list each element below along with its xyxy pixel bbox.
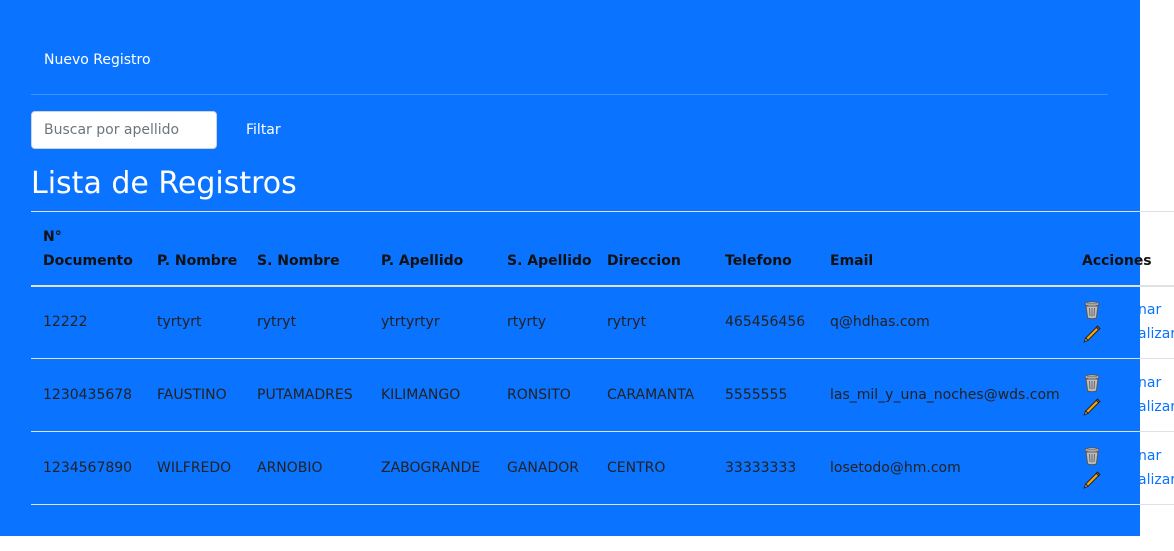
delete-link[interactable]: nar <box>1138 448 1161 464</box>
cell-telefono: 465456456 <box>725 314 806 331</box>
cell-email: las_mil_y_una_noches@wds.com <box>830 387 1060 403</box>
pencil-icon[interactable] <box>1082 470 1102 490</box>
header-telefono: Telefono <box>713 211 818 287</box>
table-header-row: N° Documento P. Nombre S. Nombre P. Apel… <box>31 211 1174 287</box>
header-acciones: Acciones <box>1070 211 1174 287</box>
trash-icon[interactable] <box>1082 373 1102 393</box>
cell-p-nombre: WILFREDO <box>157 460 232 476</box>
cell-email: losetodo@hm.com <box>830 460 961 476</box>
trash-icon[interactable] <box>1082 300 1102 320</box>
cell-s-apellido: rtyrty <box>507 314 547 331</box>
cell-documento: 1234567890 <box>43 460 133 476</box>
cell-p-apellido: KILIMANGO <box>381 387 461 403</box>
header-documento: N° Documento <box>31 211 145 287</box>
cell-s-apellido: GANADOR <box>507 460 580 476</box>
records-table: N° Documento P. Nombre S. Nombre P. Apel… <box>31 211 1174 505</box>
cell-direccion: rytryt <box>607 314 647 331</box>
header-p-nombre: P. Nombre <box>145 211 245 287</box>
cell-direccion: CARAMANTA <box>607 387 695 403</box>
cell-documento: 1230435678 <box>43 387 133 403</box>
delete-link[interactable]: nar <box>1138 302 1161 318</box>
header-p-apellido: P. Apellido <box>369 211 495 287</box>
search-input[interactable] <box>31 111 217 149</box>
new-record-link[interactable]: Nuevo Registro <box>44 52 151 68</box>
header-s-apellido: S. Apellido <box>495 211 595 287</box>
pencil-icon[interactable] <box>1082 324 1102 344</box>
update-link[interactable]: alizar <box>1138 326 1174 342</box>
cell-telefono: 33333333 <box>725 460 797 476</box>
update-link[interactable]: alizar <box>1138 399 1174 415</box>
cell-acciones: nar alizar <box>1070 432 1174 505</box>
cell-s-nombre: rytryt <box>257 314 297 331</box>
cell-p-apellido: ytrtyrtyr <box>381 314 440 331</box>
trash-icon[interactable] <box>1082 446 1102 466</box>
cell-s-nombre: PUTAMADRES <box>257 387 353 403</box>
table-row: 12222 tyrtyrt rytryt ytrtyrtyr rtyrty ry… <box>31 286 1174 359</box>
update-link[interactable]: alizar <box>1138 472 1174 488</box>
cell-email: q@hdhas.com <box>830 314 930 331</box>
cell-p-nombre: tyrtyrt <box>157 314 202 331</box>
delete-link[interactable]: nar <box>1138 375 1161 391</box>
header-s-nombre: S. Nombre <box>245 211 369 287</box>
cell-acciones: nar alizar <box>1070 359 1174 432</box>
cell-p-nombre: FAUSTINO <box>157 387 227 403</box>
cell-acciones: nar alizar <box>1070 286 1174 359</box>
nav-divider <box>31 94 1108 95</box>
filter-button[interactable]: Filtar <box>232 111 295 149</box>
header-email: Email <box>818 211 1070 287</box>
cell-s-nombre: ARNOBIO <box>257 460 323 476</box>
cell-telefono: 5555555 <box>725 387 788 403</box>
table-row: 1234567890 WILFREDO ARNOBIO ZABOGRANDE G… <box>31 432 1174 505</box>
header-direccion: Direccion <box>595 211 713 287</box>
cell-s-apellido: RONSITO <box>507 387 571 403</box>
cell-p-apellido: ZABOGRANDE <box>381 460 481 476</box>
cell-documento: 12222 <box>43 314 88 331</box>
table-row: 1230435678 FAUSTINO PUTAMADRES KILIMANGO… <box>31 359 1174 432</box>
pencil-icon[interactable] <box>1082 397 1102 417</box>
cell-direccion: CENTRO <box>607 460 666 476</box>
page-title: Lista de Registros <box>31 166 297 201</box>
